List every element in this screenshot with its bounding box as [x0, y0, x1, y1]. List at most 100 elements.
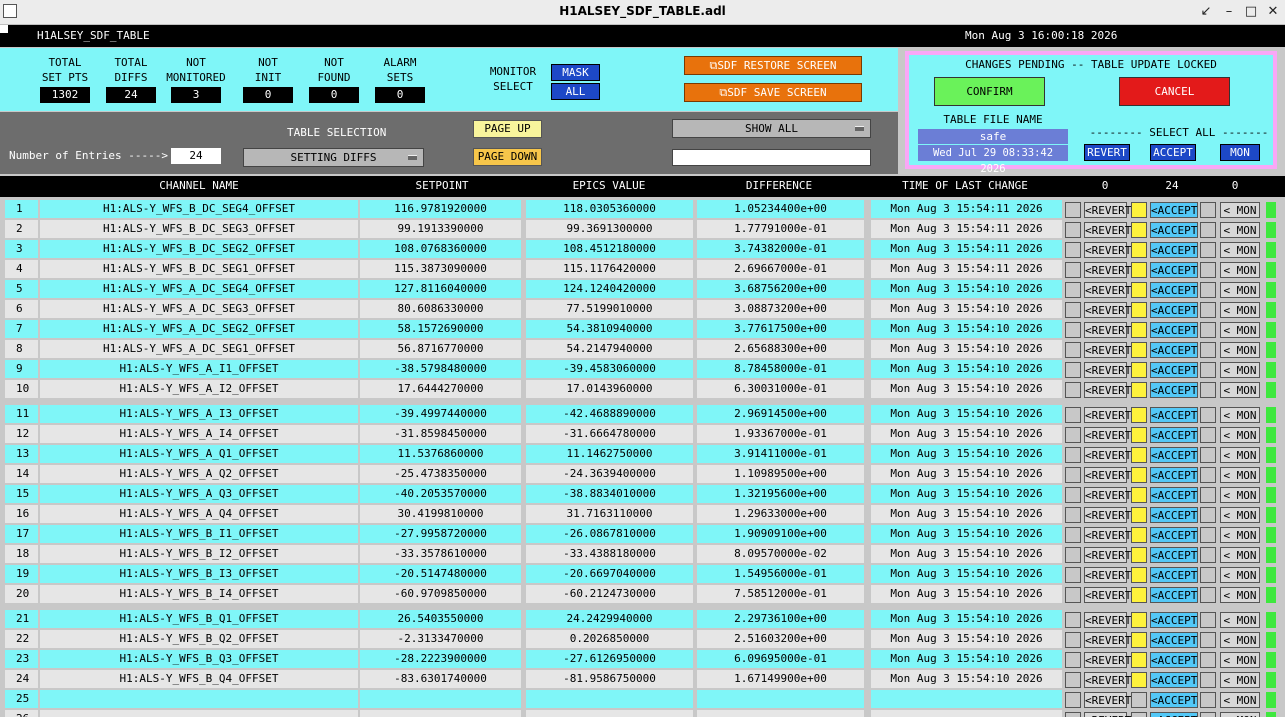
revert-checkbox[interactable]	[1065, 587, 1081, 603]
accept-checkbox[interactable]	[1131, 672, 1147, 688]
revert-checkbox[interactable]	[1065, 242, 1081, 258]
mon-checkbox[interactable]	[1200, 342, 1216, 358]
mon-button[interactable]: < MON	[1220, 407, 1260, 423]
accept-button[interactable]: <ACCEPT	[1150, 382, 1198, 398]
restore-window-icon[interactable]: ↙	[1197, 3, 1215, 21]
revert-checkbox[interactable]	[1065, 262, 1081, 278]
accept-button[interactable]: <ACCEPT	[1150, 427, 1198, 443]
mon-checkbox[interactable]	[1200, 362, 1216, 378]
accept-checkbox[interactable]	[1131, 692, 1147, 708]
sdf-restore-screen-button[interactable]: ⧉SDF RESTORE SCREEN	[684, 56, 862, 75]
all-button[interactable]: ALL	[551, 83, 600, 100]
table-selection-menu[interactable]: SETTING DIFFS	[243, 148, 424, 167]
revert-button[interactable]: <REVERT	[1084, 447, 1131, 463]
mon-button[interactable]: < MON	[1220, 222, 1260, 238]
revert-checkbox[interactable]	[1065, 672, 1081, 688]
revert-button[interactable]: <REVERT	[1084, 672, 1131, 688]
revert-button[interactable]: <REVERT	[1084, 202, 1131, 218]
mon-button[interactable]: < MON	[1220, 612, 1260, 628]
revert-button[interactable]: <REVERT	[1084, 507, 1131, 523]
mon-checkbox[interactable]	[1200, 382, 1216, 398]
revert-checkbox[interactable]	[1065, 382, 1081, 398]
revert-all-button[interactable]: REVERT	[1084, 144, 1130, 161]
accept-button[interactable]: <ACCEPT	[1150, 202, 1198, 218]
accept-button[interactable]: <ACCEPT	[1150, 612, 1198, 628]
accept-button[interactable]: <ACCEPT	[1150, 712, 1198, 717]
accept-button[interactable]: <ACCEPT	[1150, 567, 1198, 583]
revert-button[interactable]: <REVERT	[1084, 342, 1131, 358]
close-icon[interactable]: ✕	[1264, 3, 1282, 21]
mon-button[interactable]: < MON	[1220, 322, 1260, 338]
revert-button[interactable]: <REVERT	[1084, 302, 1131, 318]
mon-button[interactable]: < MON	[1220, 302, 1260, 318]
mon-button[interactable]: < MON	[1220, 282, 1260, 298]
accept-button[interactable]: <ACCEPT	[1150, 507, 1198, 523]
mon-checkbox[interactable]	[1200, 487, 1216, 503]
accept-checkbox[interactable]	[1131, 612, 1147, 628]
revert-button[interactable]: <REVERT	[1084, 612, 1131, 628]
revert-checkbox[interactable]	[1065, 547, 1081, 563]
mon-button[interactable]: < MON	[1220, 427, 1260, 443]
mon-all-button[interactable]: MON	[1220, 144, 1260, 161]
mon-checkbox[interactable]	[1200, 507, 1216, 523]
accept-checkbox[interactable]	[1131, 652, 1147, 668]
revert-button[interactable]: <REVERT	[1084, 427, 1131, 443]
accept-checkbox[interactable]	[1131, 282, 1147, 298]
accept-button[interactable]: <ACCEPT	[1150, 362, 1198, 378]
mon-button[interactable]: < MON	[1220, 632, 1260, 648]
accept-button[interactable]: <ACCEPT	[1150, 547, 1198, 563]
accept-button[interactable]: <ACCEPT	[1150, 527, 1198, 543]
accept-button[interactable]: <ACCEPT	[1150, 322, 1198, 338]
accept-checkbox[interactable]	[1131, 242, 1147, 258]
revert-checkbox[interactable]	[1065, 652, 1081, 668]
revert-button[interactable]: <REVERT	[1084, 382, 1131, 398]
accept-checkbox[interactable]	[1131, 712, 1147, 717]
revert-button[interactable]: <REVERT	[1084, 222, 1131, 238]
mon-checkbox[interactable]	[1200, 202, 1216, 218]
revert-button[interactable]: <REVERT	[1084, 692, 1131, 708]
revert-button[interactable]: <REVERT	[1084, 282, 1131, 298]
show-all-menu[interactable]: SHOW ALL	[672, 119, 871, 138]
mon-button[interactable]: < MON	[1220, 382, 1260, 398]
mon-checkbox[interactable]	[1200, 672, 1216, 688]
revert-checkbox[interactable]	[1065, 632, 1081, 648]
mon-button[interactable]: < MON	[1220, 242, 1260, 258]
mon-checkbox[interactable]	[1200, 242, 1216, 258]
revert-checkbox[interactable]	[1065, 202, 1081, 218]
mon-button[interactable]: < MON	[1220, 712, 1260, 717]
mon-checkbox[interactable]	[1200, 567, 1216, 583]
mon-checkbox[interactable]	[1200, 547, 1216, 563]
accept-button[interactable]: <ACCEPT	[1150, 447, 1198, 463]
mon-button[interactable]: < MON	[1220, 527, 1260, 543]
mon-button[interactable]: < MON	[1220, 487, 1260, 503]
revert-button[interactable]: <REVERT	[1084, 362, 1131, 378]
accept-button[interactable]: <ACCEPT	[1150, 487, 1198, 503]
mon-button[interactable]: < MON	[1220, 692, 1260, 708]
mon-checkbox[interactable]	[1200, 712, 1216, 717]
revert-checkbox[interactable]	[1065, 612, 1081, 628]
mon-button[interactable]: < MON	[1220, 567, 1260, 583]
accept-checkbox[interactable]	[1131, 262, 1147, 278]
revert-button[interactable]: <REVERT	[1084, 567, 1131, 583]
mon-button[interactable]: < MON	[1220, 672, 1260, 688]
mon-button[interactable]: < MON	[1220, 202, 1260, 218]
mon-button[interactable]: < MON	[1220, 262, 1260, 278]
revert-checkbox[interactable]	[1065, 507, 1081, 523]
revert-checkbox[interactable]	[1065, 322, 1081, 338]
revert-checkbox[interactable]	[1065, 447, 1081, 463]
accept-button[interactable]: <ACCEPT	[1150, 467, 1198, 483]
accept-checkbox[interactable]	[1131, 342, 1147, 358]
accept-button[interactable]: <ACCEPT	[1150, 652, 1198, 668]
mon-button[interactable]: < MON	[1220, 467, 1260, 483]
mon-checkbox[interactable]	[1200, 407, 1216, 423]
mon-checkbox[interactable]	[1200, 302, 1216, 318]
accept-checkbox[interactable]	[1131, 407, 1147, 423]
accept-checkbox[interactable]	[1131, 362, 1147, 378]
revert-button[interactable]: <REVERT	[1084, 407, 1131, 423]
mon-checkbox[interactable]	[1200, 222, 1216, 238]
revert-checkbox[interactable]	[1065, 692, 1081, 708]
revert-button[interactable]: <REVERT	[1084, 652, 1131, 668]
accept-checkbox[interactable]	[1131, 467, 1147, 483]
mon-checkbox[interactable]	[1200, 447, 1216, 463]
revert-button[interactable]: <REVERT	[1084, 547, 1131, 563]
